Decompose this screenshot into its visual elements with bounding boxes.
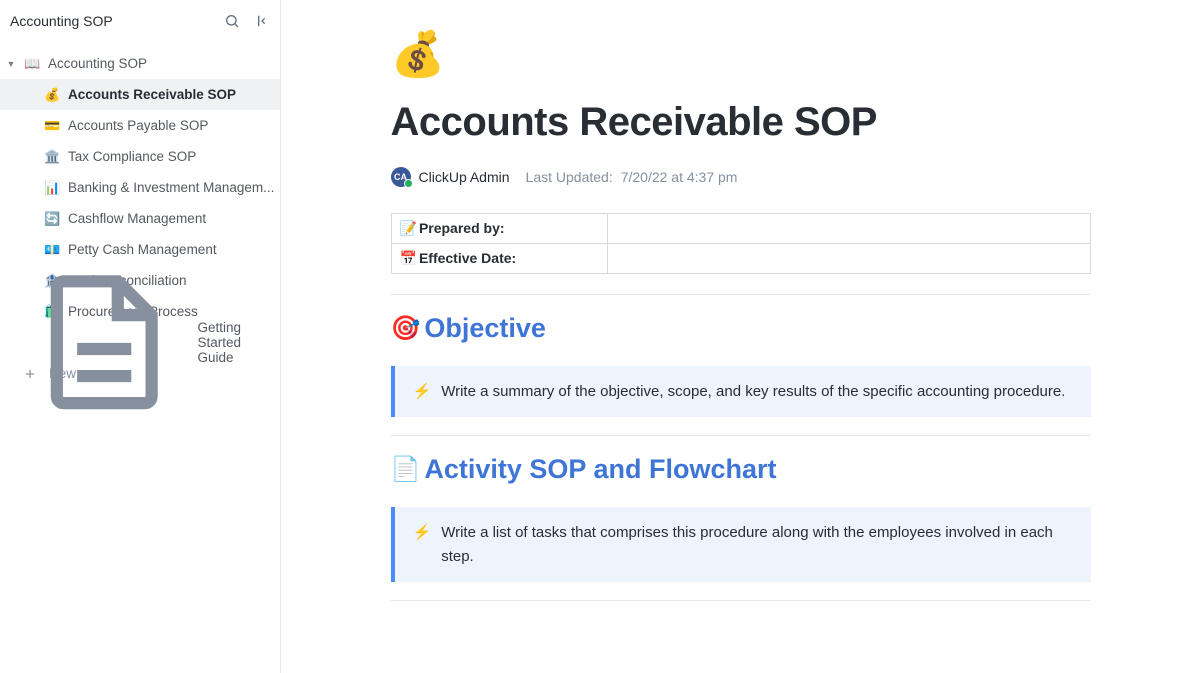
sidebar-title: Accounting SOP <box>10 13 224 29</box>
info-table[interactable]: 📝Prepared by: 📅Effective Date: <box>391 213 1091 274</box>
collapse-sidebar-icon[interactable] <box>254 13 270 29</box>
heading-text: Objective <box>424 313 546 344</box>
callout-text: Write a list of tasks that comprises thi… <box>441 521 1072 568</box>
search-icon[interactable] <box>224 13 240 29</box>
card-icon: 💳 <box>44 118 60 134</box>
heading-objective[interactable]: 🎯Objective <box>391 313 1091 344</box>
tree-item-label: Getting Started Guide <box>197 320 280 365</box>
chart-icon: 📊 <box>44 180 60 196</box>
target-icon: 🎯 <box>391 314 421 343</box>
cycle-icon: 🔄 <box>44 211 60 227</box>
tree-item-label: Accounting SOP <box>48 56 147 71</box>
meta-row: CA ClickUp Admin Last Updated: 7/20/22 a… <box>391 167 1091 187</box>
divider <box>391 294 1091 295</box>
cell-value[interactable] <box>608 244 1090 274</box>
tree-item-banking-investment[interactable]: 📊 Banking & Investment Managem... <box>0 172 280 203</box>
page-emoji[interactable]: 💰 <box>391 28 1091 80</box>
bolt-icon: ⚡ <box>413 521 432 568</box>
money-bag-icon: 💰 <box>44 87 60 103</box>
callout-activity[interactable]: ⚡ Write a list of tasks that comprises t… <box>391 507 1091 582</box>
page-icon <box>23 261 185 423</box>
caret-down-icon[interactable]: ▼ <box>6 59 16 69</box>
divider <box>391 600 1091 601</box>
cash-icon: 💶 <box>44 242 60 258</box>
tree-item-cashflow[interactable]: 🔄 Cashflow Management <box>0 203 280 234</box>
tree-item-accounts-receivable[interactable]: 💰 Accounts Receivable SOP <box>0 79 280 110</box>
sidebar: Accounting SOP ▼ 📖 Accounting SOP 💰 Acco… <box>0 0 281 673</box>
avatar[interactable]: CA <box>391 167 411 187</box>
calendar-icon: 📅 <box>400 250 417 266</box>
tree-item-accounts-payable[interactable]: 💳 Accounts Payable SOP <box>0 110 280 141</box>
page-icon: 📄 <box>391 455 421 484</box>
callout-text: Write a summary of the objective, scope,… <box>441 380 1065 403</box>
tree-item-label: Accounts Receivable SOP <box>68 87 236 102</box>
new-page-label: New page <box>49 366 110 381</box>
bank-icon: 🏛️ <box>44 149 60 165</box>
tree-root-accounting-sop[interactable]: ▼ 📖 Accounting SOP <box>0 48 280 79</box>
main-content: 💰 Accounts Receivable SOP CA ClickUp Adm… <box>281 0 1200 673</box>
page-tree: ▼ 📖 Accounting SOP 💰 Accounts Receivable… <box>0 42 280 389</box>
callout-objective[interactable]: ⚡ Write a summary of the objective, scop… <box>391 366 1091 417</box>
page-title[interactable]: Accounts Receivable SOP <box>391 100 1091 145</box>
bolt-icon: ⚡ <box>413 380 432 403</box>
book-icon: 📖 <box>24 56 40 72</box>
tree-item-label: Petty Cash Management <box>68 242 217 257</box>
sidebar-header: Accounting SOP <box>0 0 280 42</box>
tree-item-getting-started[interactable]: Getting Started Guide <box>0 327 280 358</box>
pencil-icon: 📝 <box>400 220 417 236</box>
table-row[interactable]: 📅Effective Date: <box>391 244 1090 274</box>
tree-item-label: Banking & Investment Managem... <box>68 180 274 195</box>
tree-item-label: Accounts Payable SOP <box>68 118 208 133</box>
divider <box>391 435 1091 436</box>
tree-item-label: Tax Compliance SOP <box>68 149 196 164</box>
table-row[interactable]: 📝Prepared by: <box>391 214 1090 244</box>
cell-label: Effective Date: <box>419 250 516 266</box>
author-name[interactable]: ClickUp Admin <box>419 169 510 185</box>
last-updated-value: 7/20/22 at 4:37 pm <box>621 169 738 185</box>
last-updated-label: Last Updated: <box>526 169 613 185</box>
cell-label: Prepared by: <box>419 220 505 236</box>
cell-value[interactable] <box>608 214 1090 244</box>
heading-text: Activity SOP and Flowchart <box>424 454 776 485</box>
plus-icon <box>23 367 37 381</box>
heading-activity[interactable]: 📄 Activity SOP and Flowchart <box>391 454 1091 485</box>
tree-item-tax-compliance[interactable]: 🏛️ Tax Compliance SOP <box>0 141 280 172</box>
tree-item-label: Cashflow Management <box>68 211 206 226</box>
